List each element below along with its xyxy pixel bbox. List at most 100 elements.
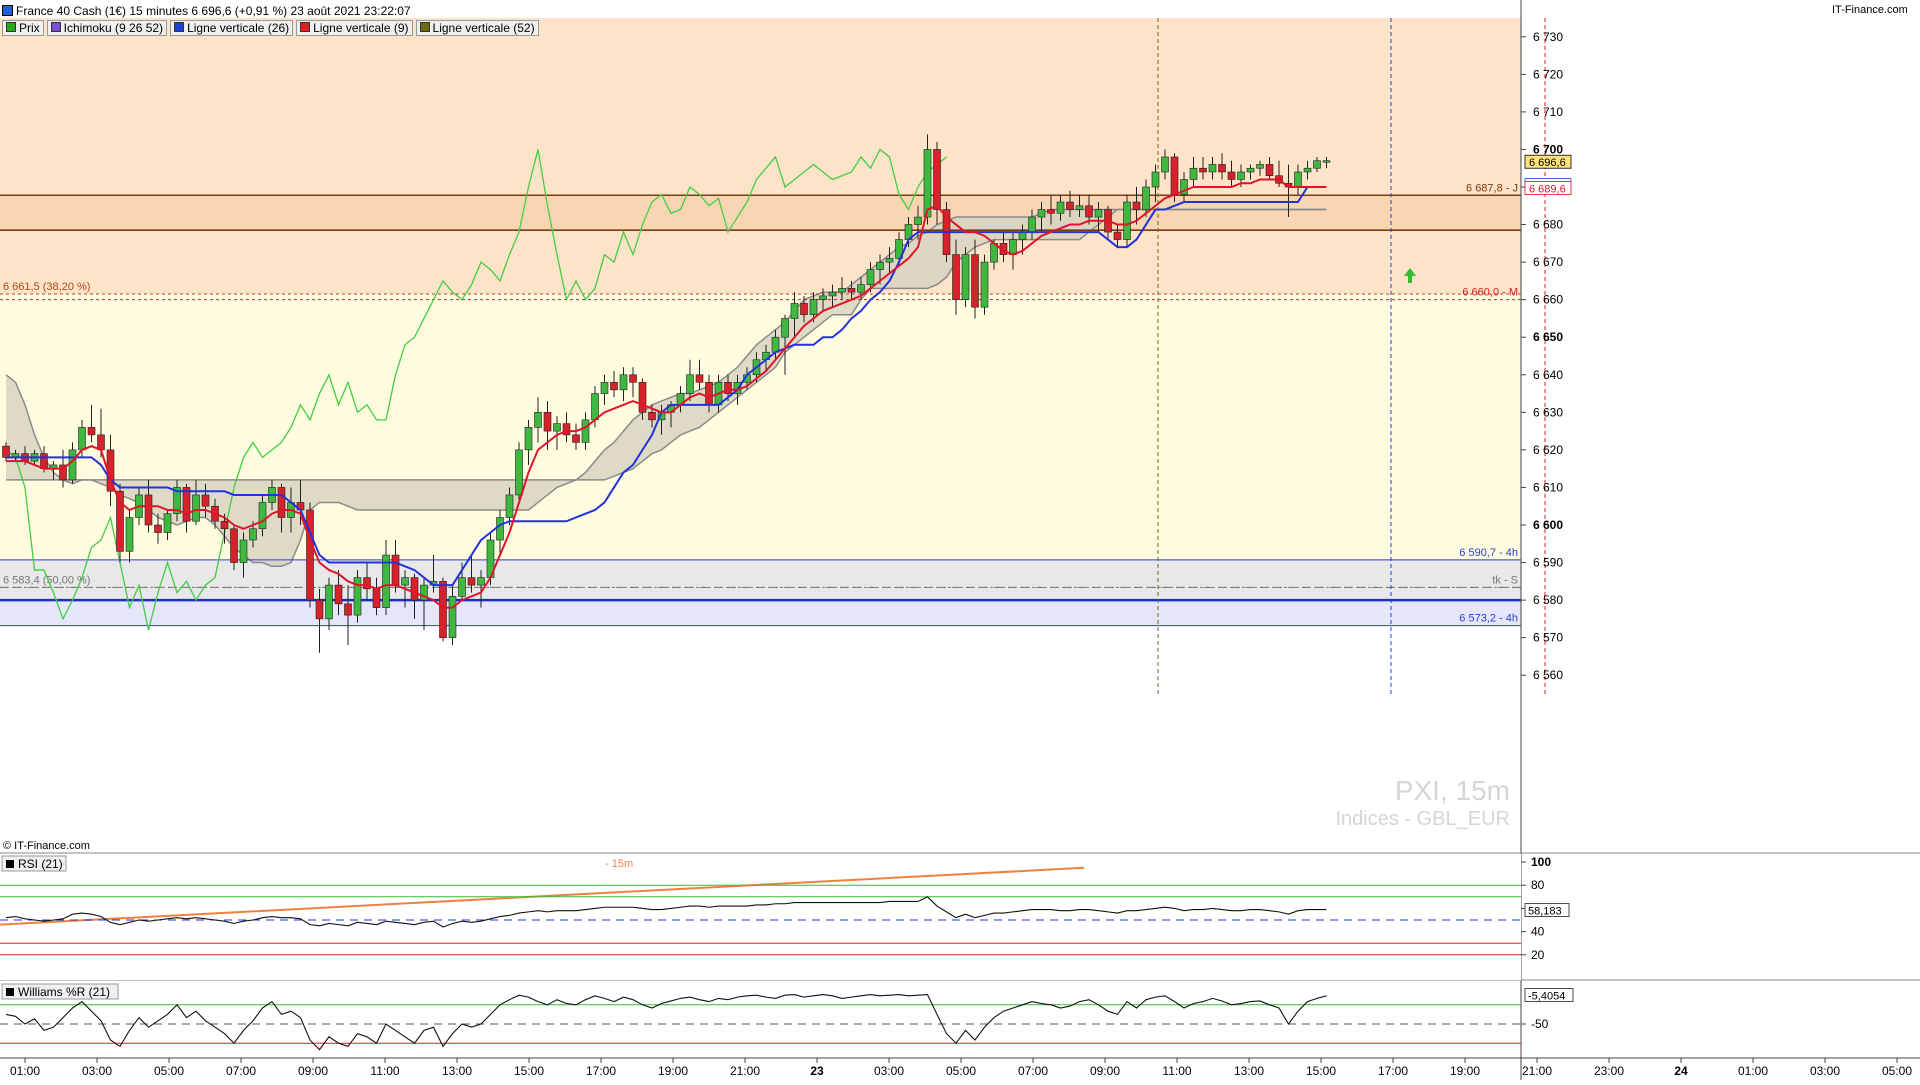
candle-body — [68, 449, 77, 481]
candle-body — [230, 528, 238, 563]
candle-body — [1237, 171, 1245, 180]
rsi-y-tick-label: 80 — [1531, 878, 1545, 892]
level-label: 6 687,8 - J — [1466, 182, 1518, 194]
candle-body — [515, 449, 523, 496]
candle-body — [847, 288, 856, 293]
level-label: 6 660,0 - M — [1462, 287, 1518, 299]
x-tick-label: 21:00 — [730, 1064, 760, 1078]
candle-body — [562, 423, 571, 436]
wpr-label: Williams %R (21) — [18, 985, 110, 999]
candle-body — [1028, 216, 1036, 233]
candle-body — [1123, 201, 1131, 240]
x-tick-label: 09:00 — [298, 1064, 328, 1078]
candle-body — [1170, 156, 1179, 195]
candle-body — [505, 494, 514, 518]
candle-body — [334, 584, 343, 605]
candle-body — [1113, 231, 1122, 240]
y-tick-label: 6 650 — [1533, 330, 1563, 344]
candle-body — [220, 520, 229, 530]
candle-body — [1313, 160, 1321, 169]
legend: Prix Ichimoku (9 26 52) Ligne verticale (2… — [2, 20, 542, 36]
candle-body — [610, 381, 618, 391]
candle-body — [1303, 167, 1312, 173]
candle-body — [705, 381, 713, 406]
candle-body — [1094, 209, 1103, 218]
y-tick-label: 6 620 — [1533, 443, 1563, 457]
candle-body — [448, 596, 457, 638]
candle-body — [363, 577, 371, 590]
legend-item[interactable]: Prix — [2, 20, 44, 36]
candle-body — [1208, 164, 1217, 173]
y-tick-label: 6 640 — [1533, 368, 1563, 382]
legend-item[interactable]: Ligne verticale (52) — [415, 20, 539, 36]
candle-body — [933, 149, 941, 210]
wpr-last-value: -5,4054 — [1528, 990, 1565, 1002]
y-tick-label: 6 570 — [1533, 631, 1563, 645]
price-tag-label: 6 689,6 — [1529, 184, 1566, 196]
candle-body — [1009, 239, 1017, 255]
legend-label: Ligne verticale (52) — [432, 21, 535, 35]
rsi-y-tick-label: 100 — [1531, 855, 1551, 869]
candle-body — [249, 528, 257, 541]
legend-item[interactable]: Ichimoku (9 26 52) — [46, 20, 168, 36]
candle-body — [790, 303, 799, 319]
rsi-y-tick-label: 20 — [1531, 948, 1545, 962]
candle-body — [885, 258, 894, 263]
legend-swatch-icon — [6, 22, 16, 32]
zone-key-band — [0, 195, 1521, 231]
candle-body — [192, 494, 200, 522]
y-tick-label: 6 600 — [1533, 518, 1563, 532]
candle-body — [952, 254, 960, 300]
candle-body — [591, 393, 599, 421]
candle-body — [277, 487, 286, 518]
x-tick-label: 03:00 — [82, 1064, 112, 1078]
x-tick-label: 11:00 — [1162, 1064, 1191, 1078]
candle-body — [828, 291, 837, 297]
legend-label: Ligne verticale (26) — [187, 21, 290, 35]
x-tick-label: 15:00 — [514, 1064, 544, 1078]
candle-body — [1151, 171, 1160, 188]
candle-body — [325, 584, 333, 620]
legend-item[interactable]: Ligne verticale (9) — [296, 20, 413, 36]
chart-svg: 6 687,8 - J 6 661,5 (38,20 %) 6 660,0 - M 6… — [0, 0, 1920, 1080]
rsi-last-value: 58,183 — [1528, 905, 1562, 917]
x-tick-label: 11:00 — [370, 1064, 399, 1078]
x-tick-label: 05:00 — [154, 1064, 184, 1078]
rsi-label: RSI (21) — [18, 857, 63, 871]
candle-body — [1056, 201, 1065, 214]
chart-header: France 40 Cash (1€) 15 minutes 6 696,6 (… — [2, 4, 1908, 18]
candle-body — [1066, 201, 1074, 210]
candle-body — [344, 603, 352, 616]
price-tag-label: 6 696,6 — [1529, 157, 1566, 169]
candle-body — [1085, 205, 1093, 218]
candle-body — [78, 427, 86, 451]
candle-body — [1294, 171, 1302, 188]
watermark-symbol: PXI, 15m — [1395, 775, 1510, 806]
candle-body — [866, 269, 875, 285]
candle-body — [553, 423, 561, 432]
candle-body — [838, 288, 846, 293]
candle-body — [1256, 164, 1264, 169]
x-tick-label: 03:00 — [1810, 1064, 1840, 1078]
x-tick-label: 01:00 — [1738, 1064, 1768, 1078]
y-tick-label: 6 670 — [1533, 255, 1563, 269]
candle-body — [40, 453, 48, 469]
x-tick-label: 03:00 — [874, 1064, 904, 1078]
y-tick-label: 6 630 — [1533, 405, 1563, 419]
y-tick-label: 6 700 — [1533, 142, 1563, 156]
legend-swatch-icon — [174, 22, 185, 32]
wpr-y-tick-label: -50 — [1531, 1017, 1549, 1031]
candle-body — [1047, 209, 1055, 214]
candle-body — [125, 517, 134, 552]
candle-body — [1265, 164, 1274, 177]
x-tick-label: 23 — [810, 1064, 824, 1078]
candle-body — [572, 434, 580, 443]
x-tick-label: 19:00 — [658, 1064, 688, 1078]
candle-body — [980, 261, 989, 308]
x-tick-label: 19:00 — [1450, 1064, 1480, 1078]
candle-body — [163, 513, 172, 533]
candle-body — [2, 445, 10, 458]
legend-swatch-icon — [300, 22, 311, 32]
x-tick-label: 23:00 — [1594, 1064, 1624, 1078]
legend-item[interactable]: Ligne verticale (26) — [170, 20, 294, 36]
